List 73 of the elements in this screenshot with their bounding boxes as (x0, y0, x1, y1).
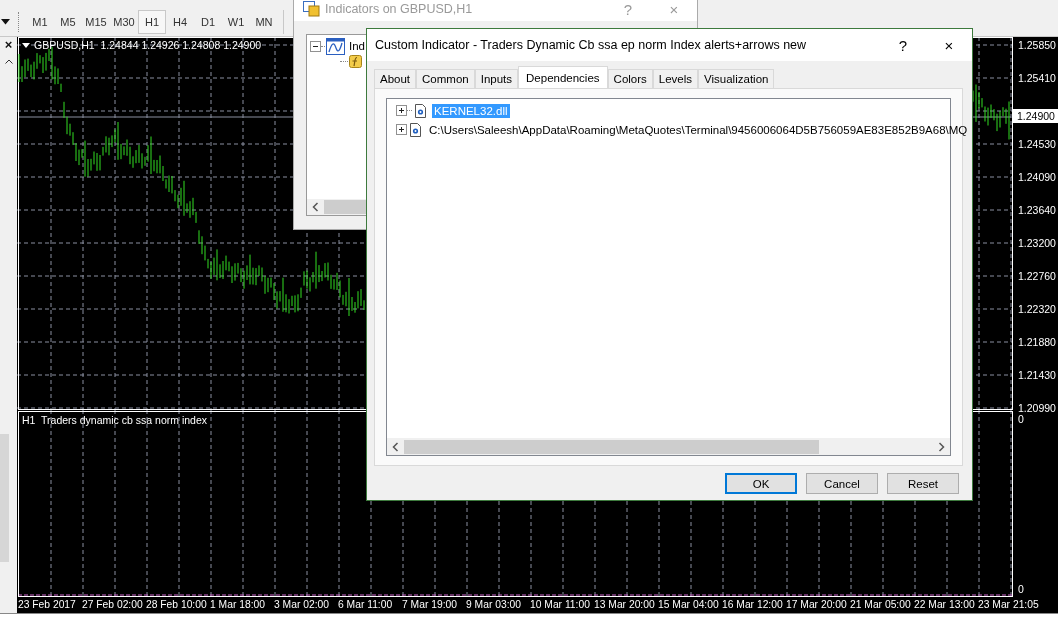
price-label: 1.23640 (1017, 203, 1057, 218)
current-price-label: 1.24900 (1013, 109, 1058, 123)
scroll-left-icon (392, 441, 399, 452)
tab[interactable]: Colors (607, 69, 653, 88)
time-label: 10 Mar 11:00 (530, 598, 591, 612)
timeframe-button[interactable]: H1 (138, 10, 166, 34)
timeframe-button[interactable]: D1 (194, 10, 222, 34)
price-label: 1.20990 (1017, 401, 1057, 415)
price-label: 1.23200 (1017, 236, 1057, 251)
scale-label: 0 (1018, 583, 1024, 595)
time-label: 6 Mar 11:00 (338, 598, 394, 612)
timeframe-button[interactable]: M5 (54, 10, 82, 34)
help-button[interactable]: ? (880, 36, 926, 54)
tab[interactable]: Common (416, 69, 475, 88)
window-title: Indicators on GBPUSD,H1 (325, 2, 474, 16)
time-label: 7 Mar 19:00 (402, 598, 458, 612)
function-tile-icon (349, 55, 362, 68)
scroll-left-icon (312, 202, 319, 212)
time-label: 13 Mar 20:00 (594, 598, 656, 612)
time-label: 3 Mar 02:00 (274, 598, 330, 612)
time-label: 9 Mar 03:00 (466, 598, 522, 612)
dropdown-caret-icon (1, 19, 10, 25)
time-label: 28 Feb 10:00 (146, 598, 208, 612)
price-label: 1.25410 (1017, 71, 1057, 86)
tab[interactable]: About (374, 69, 417, 88)
tab[interactable]: Inputs (474, 69, 519, 88)
file-gear-icon (410, 122, 421, 137)
time-label: 27 Feb 02:00 (82, 598, 144, 612)
price-label: 1.22320 (1017, 302, 1057, 317)
price-label: 1.22760 (1017, 269, 1057, 284)
tab[interactable]: Levels (652, 69, 699, 88)
price-label: 1.24530 (1017, 137, 1057, 152)
dialog-button[interactable]: OK (725, 473, 797, 494)
scroll-right-icon (938, 441, 945, 452)
price-label: 1.25850 (1017, 38, 1057, 53)
scale-label: 0 (1018, 413, 1024, 425)
scrollbar-thumb[interactable] (0, 434, 9, 562)
time-label: 22 Mar 13:00 (914, 598, 976, 612)
time-label: 23 Feb 2017 (18, 598, 77, 612)
tab[interactable]: Visualization (698, 69, 775, 88)
symbol-quote-label: GBPUSD,H1 1.24844 1.24926 1.24808 1.24900 (34, 39, 262, 51)
window-title: Custom Indicator - Traders Dynamic Cb ssa ep norm Index alerts+arrows new (375, 38, 808, 52)
time-label: 21 Mar 05:00 (850, 598, 912, 612)
chart-window-icon (326, 37, 345, 55)
expand-icon[interactable] (396, 105, 407, 116)
timeframe-button[interactable]: M30 (110, 10, 138, 34)
time-label: 17 Mar 20:00 (786, 598, 848, 612)
collapse-icon[interactable] (310, 40, 321, 52)
tree-item[interactable]: C:\Users\Saleesh\AppData\Roaming\MetaQuotes\Terminal\9456006064D5B756059AE83E852B9A68\MQ (427, 122, 970, 137)
timeframe-button[interactable]: H4 (166, 10, 194, 34)
price-label: 1.24090 (1017, 170, 1057, 185)
time-label: 23 Mar 21:05 (978, 598, 1040, 612)
timeframe-button[interactable]: W1 (222, 10, 250, 34)
time-label: 15 Mar 04:00 (658, 598, 720, 612)
close-button[interactable]: × (926, 36, 972, 54)
time-label: 16 Mar 12:00 (722, 598, 784, 612)
dialog-button[interactable]: Cancel (806, 473, 878, 494)
scrollbar-thumb[interactable] (404, 439, 819, 454)
timeframe-button[interactable]: MN (250, 10, 278, 34)
timeframe-button[interactable]: M1 (26, 10, 54, 34)
price-label: 1.21430 (1017, 368, 1057, 383)
file-gear-icon (415, 103, 426, 118)
time-label: 1 Mar 18:00 (210, 598, 266, 612)
close-button[interactable]: × (4, 38, 13, 52)
tab[interactable]: Dependencies (518, 66, 608, 88)
caret-up-icon (4, 59, 13, 64)
indicator-label: H1 Traders dynamic cb ssa norm index (22, 414, 207, 426)
dialog-button[interactable]: Reset (887, 473, 959, 494)
timeframe-button[interactable]: M15 (82, 10, 110, 34)
dropdown-caret-icon (22, 42, 30, 48)
price-label: 1.21880 (1017, 335, 1057, 350)
tree-item[interactable]: Ind (349, 40, 365, 52)
expand-icon[interactable] (396, 124, 407, 135)
